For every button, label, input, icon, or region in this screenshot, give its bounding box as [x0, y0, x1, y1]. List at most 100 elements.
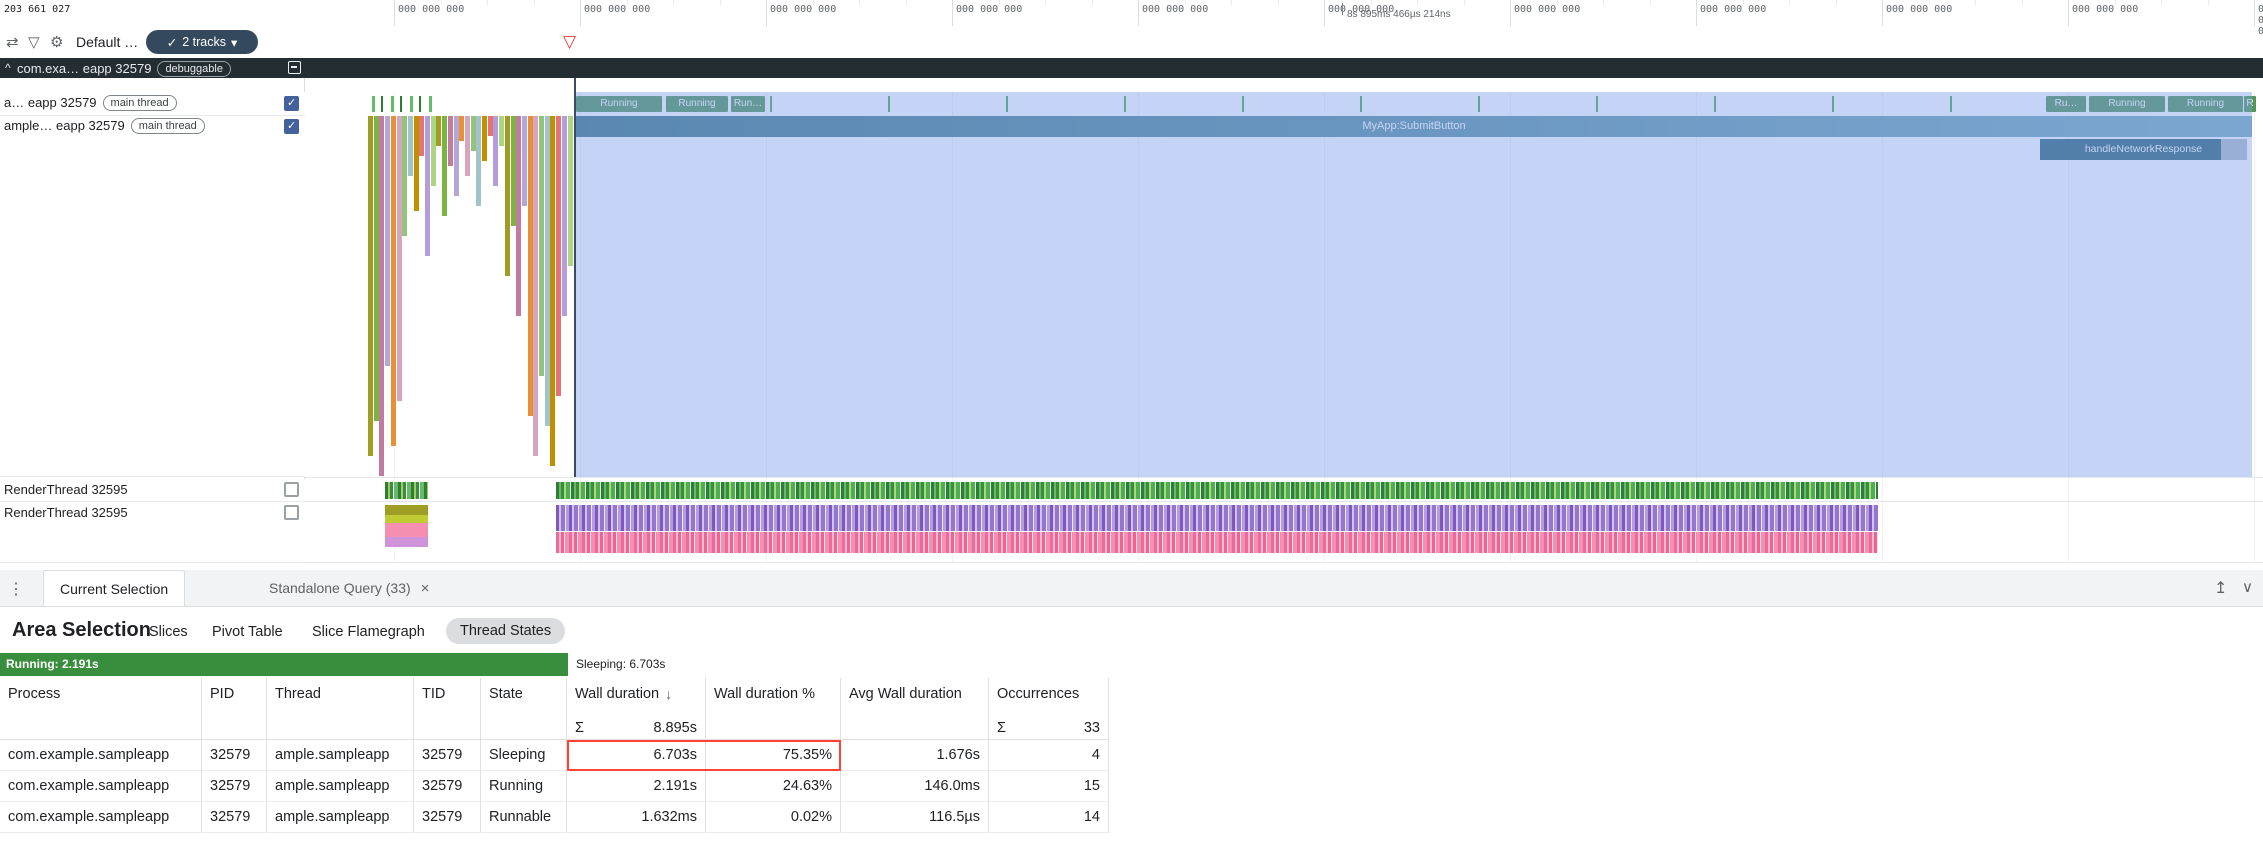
- track-checkbox[interactable]: [284, 482, 299, 497]
- sort-descending-icon: ↓: [665, 686, 672, 702]
- timeline-ruler[interactable]: 203 661 027 000 000 000000 000 000000 00…: [0, 0, 2263, 26]
- table-cell: 2.191s: [567, 771, 706, 802]
- table-row[interactable]: com.example.sampleapp32579ample.sampleap…: [0, 802, 1109, 833]
- ruler-start-timestamp: 203 661 027: [4, 4, 70, 15]
- ruler-minor-tick: [720, 0, 721, 5]
- ruler-tick: [2254, 0, 2255, 26]
- timeline-canvas[interactable]: RunningRunningRun…Ru…RunningRunningR MyA…: [0, 78, 2263, 563]
- table-cell: 32579: [202, 771, 267, 802]
- overflow-menu-icon[interactable]: ⋮: [8, 579, 24, 599]
- table-cell: Sleeping: [481, 740, 567, 771]
- marker-vertical-line[interactable]: [574, 58, 576, 477]
- ruler-minor-tick: [1650, 0, 1651, 5]
- table-cell: 32579: [414, 771, 481, 802]
- flame-slice: [397, 116, 402, 401]
- workspace-selector[interactable]: Default …: [76, 34, 138, 50]
- renderthread-slices-cluster[interactable]: [385, 482, 428, 499]
- column-header-label: Occurrences: [997, 686, 1079, 702]
- column-header-label: Process: [8, 686, 60, 702]
- track-row-renderthread-2[interactable]: RenderThread 32595: [0, 502, 305, 563]
- ruler-minor-tick: [1603, 0, 1604, 5]
- tab-current-selection[interactable]: Current Selection: [43, 570, 185, 606]
- flow-arrows-icon[interactable]: ⇄: [6, 33, 19, 51]
- table-row[interactable]: com.example.sampleapp32579ample.sampleap…: [0, 740, 1109, 771]
- flame-slice: [471, 116, 476, 151]
- table-totals-row: Σ8.895sΣ33: [0, 717, 1109, 740]
- column-header-avg-wall-duration[interactable]: Avg Wall duration: [841, 678, 989, 717]
- collapse-caret-icon[interactable]: ^: [5, 61, 11, 75]
- flame-slice: [442, 116, 447, 216]
- flame-slice: [368, 116, 373, 456]
- column-header-pid[interactable]: PID: [202, 678, 267, 717]
- flame-slice: [425, 116, 430, 256]
- ruler-minor-tick: [487, 0, 488, 5]
- running-summary-segment[interactable]: Running: 2.191s: [0, 653, 568, 676]
- settings-icon[interactable]: ⚙: [50, 33, 63, 51]
- table-cell: 116.5µs: [841, 802, 989, 833]
- check-icon: ✓: [167, 35, 177, 50]
- renderthread-slices-band[interactable]: [556, 482, 1878, 499]
- tab-standalone-query[interactable]: Standalone Query (33)×: [253, 570, 445, 606]
- process-group-header[interactable]: ^ com.exa… eapp 32579debuggable: [0, 58, 2263, 78]
- ruler-tick-label: 000 000 000: [1700, 4, 1766, 15]
- totals-cell: [202, 717, 267, 740]
- table-cell: 0.02%: [706, 802, 841, 833]
- totals-wall-duration: 8.895s: [653, 717, 697, 739]
- renderthread2-slices-pink[interactable]: [556, 532, 1878, 553]
- column-header-wall-duration-[interactable]: Wall duration %: [706, 678, 841, 717]
- tab-slices[interactable]: Slices: [149, 624, 188, 640]
- ruler-tick: [2068, 0, 2069, 26]
- ruler-minor-tick: [2115, 0, 2116, 5]
- flame-slice: [385, 116, 390, 366]
- renderthread2-slices-cluster[interactable]: [385, 505, 428, 547]
- ruler-minor-tick: [999, 0, 1000, 5]
- table-row[interactable]: com.example.sampleapp32579ample.sampleap…: [0, 771, 1109, 802]
- column-header-label: PID: [210, 686, 234, 702]
- tracks-count-button[interactable]: ✓ 2 tracks ▾: [146, 30, 258, 54]
- marker-flag-icon[interactable]: ▽: [563, 33, 576, 50]
- duration-marker-line: [1342, 3, 1343, 15]
- flame-slice: [476, 116, 481, 206]
- track-checkbox[interactable]: [284, 119, 299, 134]
- track-toolbar: ⇄ ▽ ⚙ Default … ✓ 2 tracks ▾: [0, 26, 305, 58]
- close-icon[interactable]: ×: [421, 580, 430, 597]
- track-checkbox[interactable]: [284, 96, 299, 111]
- filter-icon[interactable]: ▽: [28, 33, 40, 51]
- duration-label: 8s 895ms 466µs 214ns: [1347, 9, 1451, 20]
- perfetto-trace-viewer: 203 661 027 000 000 000000 000 000000 00…: [0, 0, 2263, 857]
- column-header-wall-duration[interactable]: Wall duration↓: [567, 678, 706, 717]
- collapse-panel-icon[interactable]: ∨: [2242, 578, 2253, 596]
- column-header-state[interactable]: State: [481, 678, 567, 717]
- track-row-main-thread-1[interactable]: a… eapp 32579main thread: [0, 92, 305, 116]
- flame-slice: [374, 116, 379, 421]
- table-cell: ample.sampleapp: [267, 740, 414, 771]
- tab-pivot-table[interactable]: Pivot Table: [212, 624, 283, 640]
- track-checkbox[interactable]: [284, 505, 299, 520]
- area-selection-overlay[interactable]: [576, 92, 2252, 477]
- running-slices-cluster[interactable]: [372, 96, 432, 112]
- tab-thread-states[interactable]: Thread States: [446, 618, 565, 644]
- flame-slice: [533, 116, 538, 456]
- column-header-tid[interactable]: TID: [414, 678, 481, 717]
- ruler-minor-tick: [859, 0, 860, 5]
- track-name-panel: a… eapp 32579main thread ample… eapp 325…: [0, 78, 305, 563]
- column-header-occurrences[interactable]: Occurrences: [989, 678, 1109, 717]
- track-label: RenderThread 32595: [4, 505, 128, 520]
- flame-slice: [528, 116, 533, 416]
- track-row-main-thread-2[interactable]: ample… eapp 32579main thread: [0, 116, 305, 477]
- ruler-minor-tick: [2022, 0, 2023, 5]
- ruler-minor-tick: [1417, 0, 1418, 5]
- ruler-tick: [1882, 0, 1883, 26]
- column-header-thread[interactable]: Thread: [267, 678, 414, 717]
- column-header-process[interactable]: Process: [0, 678, 202, 717]
- dock-panel-icon[interactable]: ↥: [2214, 578, 2227, 598]
- flame-slice: [431, 116, 436, 186]
- ruler-minor-tick: [1185, 0, 1186, 5]
- state-summary-bar[interactable]: Running: 2.191s Sleeping: 6.703s: [0, 653, 2263, 676]
- tab-slice-flamegraph[interactable]: Slice Flamegraph: [312, 624, 425, 640]
- ruler-minor-tick: [1278, 0, 1279, 5]
- track-row-renderthread-1[interactable]: RenderThread 32595: [0, 479, 305, 502]
- renderthread2-slices-purple[interactable]: [556, 505, 1878, 531]
- main-thread-badge: main thread: [131, 118, 205, 134]
- group-indeterminate-checkbox[interactable]: [288, 61, 301, 74]
